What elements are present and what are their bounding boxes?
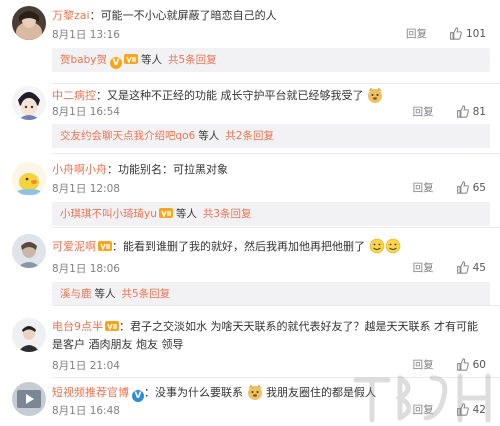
avatar[interactable] [12,162,46,196]
vip-icon [158,208,173,218]
vip-icon [98,241,112,251]
like-button[interactable]: 45 [456,261,486,274]
comment-text: 可能一不小心就屏蔽了暗恋自己的人 [100,9,277,22]
separator: ： [112,240,123,253]
replies-bar[interactable]: 贺baby贺 V 等人 共5条回复 [52,48,490,72]
thumb-up-icon [456,261,469,274]
comment-list: 万黎zai：可能一不小心就屏蔽了暗恋自己的人 8月1日 13:16 回复 101… [0,0,500,426]
comment-date: 8月1日 12:08 [52,183,120,195]
comment-author[interactable]: 万黎zai [52,9,90,22]
reply-suffix: 等人 [175,208,197,220]
comment-text-continued: 我朋友圈住的都是假人 [266,386,376,399]
comment-actions: 回复 60 [413,357,486,372]
doge-emoji [368,87,382,103]
comment-item: 电台9点半 ：君子之交淡如水 为啥天天联系的就代表好友了？越是天天联系 才有可能是… [0,306,500,378]
comment-date: 8月1日 21:04 [52,360,120,372]
smile-emoji [385,238,400,254]
comment-actions: 回复 42 [413,402,486,417]
reply-button[interactable]: 回复 [413,104,434,119]
comment-line: 短视频推荐官博 V ：没事为什么要联系 我朋友圈住的都是假人 [52,384,488,402]
thumb-up-icon [450,27,462,40]
reply-suffix: 等人 [140,54,162,66]
thumb-up-icon [456,403,469,416]
reply-count-link[interactable]: 共5条回复 [168,54,217,66]
verified-v-icon: V [109,57,122,69]
reply-button[interactable]: 回复 [406,26,427,41]
comment-text: 功能别名：可拉黑对象 [118,163,228,176]
reply-button[interactable]: 回复 [413,357,434,372]
comment-actions: 回复 101 [406,26,486,41]
vip-icon [123,54,138,64]
comment-actions: 回复 81 [413,104,486,119]
thumb-up-icon [456,358,469,371]
comment-item: 中二病控：又是这种不正经的功能 成长守护平台就已经够我受了 8月1日 16:54… [0,84,500,154]
replies-bar[interactable]: 交友约会聊天点我介绍吧qo6 等人 共2条回复 [52,124,490,148]
like-count: 101 [465,27,486,40]
comment-item: 小舟啊小舟：功能别名：可拉黑对象 8月1日 12:08 回复 65 小琪琪不叫小… [0,154,500,228]
comment-line: 可爱泥啊 ：能看到谁删了我的就好，然后我再加他再把他删了 [52,238,488,255]
comment-date: 8月1日 18:06 [52,263,120,275]
comment-item: 可爱泥啊 ：能看到谁删了我的就好，然后我再加他再把他删了 8月1日 18:06 回… [0,228,500,306]
comment-item: 短视频推荐官博 V ：没事为什么要联系 我朋友圈住的都是假人 8月1日 16:48 … [0,378,500,426]
comment-date: 8月1日 16:48 [52,405,120,417]
separator: ： [89,9,101,22]
like-button[interactable]: 60 [456,358,486,371]
reply-count-link[interactable]: 共3条回复 [203,208,252,220]
like-button[interactable]: 42 [456,403,486,416]
like-count: 45 [472,261,486,274]
like-count: 42 [472,403,486,416]
comment-line: 小舟啊小舟：功能别名：可拉黑对象 [52,162,488,178]
comment-author[interactable]: 电台9点半 [52,320,103,333]
comment-line: 电台9点半 ：君子之交淡如水 为啥天天联系的就代表好友了？越是天天联系 才有可能是… [52,318,488,354]
separator: ： [107,163,118,176]
like-count: 81 [472,105,486,118]
avatar[interactable] [12,234,46,268]
avatar[interactable] [12,6,46,40]
comment-line: 万黎zai：可能一不小心就屏蔽了暗恋自己的人 [52,8,488,24]
reply-author[interactable]: 交友约会聊天点我介绍吧qo6 [60,130,195,142]
avatar[interactable] [12,382,46,416]
comment-line: 中二病控：又是这种不正经的功能 成长守护平台就已经够我受了 [52,87,488,104]
comment-actions: 回复 65 [413,180,486,195]
comment-date: 8月1日 13:16 [52,29,120,41]
thumb-up-icon [456,181,469,194]
reply-suffix: 等人 [198,130,220,142]
comment-author[interactable]: 小舟啊小舟 [52,163,107,176]
like-button[interactable]: 65 [456,181,486,194]
reply-suffix: 等人 [94,288,116,300]
comment-author[interactable]: 可爱泥啊 [52,240,96,253]
separator: ： [144,386,155,399]
replies-bar[interactable]: 小琪琪不叫小琦琦yu 等人 共3条回复 [52,202,490,226]
reply-count-link[interactable]: 共2条回复 [225,130,274,142]
reply-count-link[interactable]: 共5条回复 [122,288,171,300]
comment-author[interactable]: 短视频推荐官博 [52,386,129,399]
comment-actions: 回复 45 [413,260,486,275]
reply-author[interactable]: 小琪琪不叫小琦琦yu [60,208,157,220]
comment-author[interactable]: 中二病控 [52,89,96,102]
reply-button[interactable]: 回复 [413,260,434,275]
like-button[interactable]: 81 [456,105,486,118]
comment-item: 万黎zai：可能一不小心就屏蔽了暗恋自己的人 8月1日 13:16 回复 101… [0,0,500,84]
comment-text: 没事为什么要联系 [155,386,243,399]
like-button[interactable]: 101 [449,27,486,40]
separator: ： [96,89,107,102]
reply-button[interactable]: 回复 [413,180,434,195]
like-count: 60 [472,358,486,371]
replies-bar[interactable]: 溪与鹿 等人 共5条回复 [52,282,490,306]
avatar[interactable] [12,318,46,352]
like-count: 65 [472,181,486,194]
doge-emoji [247,384,262,400]
avatar[interactable] [12,86,46,120]
separator: ： [119,320,130,333]
vip-icon [105,321,119,331]
reply-button[interactable]: 回复 [413,402,434,417]
smile-emoji [369,238,384,254]
comment-date: 8月1日 16:54 [52,106,120,118]
reply-author[interactable]: 溪与鹿 [60,288,92,300]
comment-text: 又是这种不正经的功能 成长守护平台就已经够我受了 [107,89,364,102]
reply-author[interactable]: 贺baby贺 [60,54,107,66]
thumb-up-icon [456,105,469,118]
verified-v-icon: V [132,390,144,402]
comment-text: 能看到谁删了我的就好，然后我再加他再把他删了 [123,240,365,253]
